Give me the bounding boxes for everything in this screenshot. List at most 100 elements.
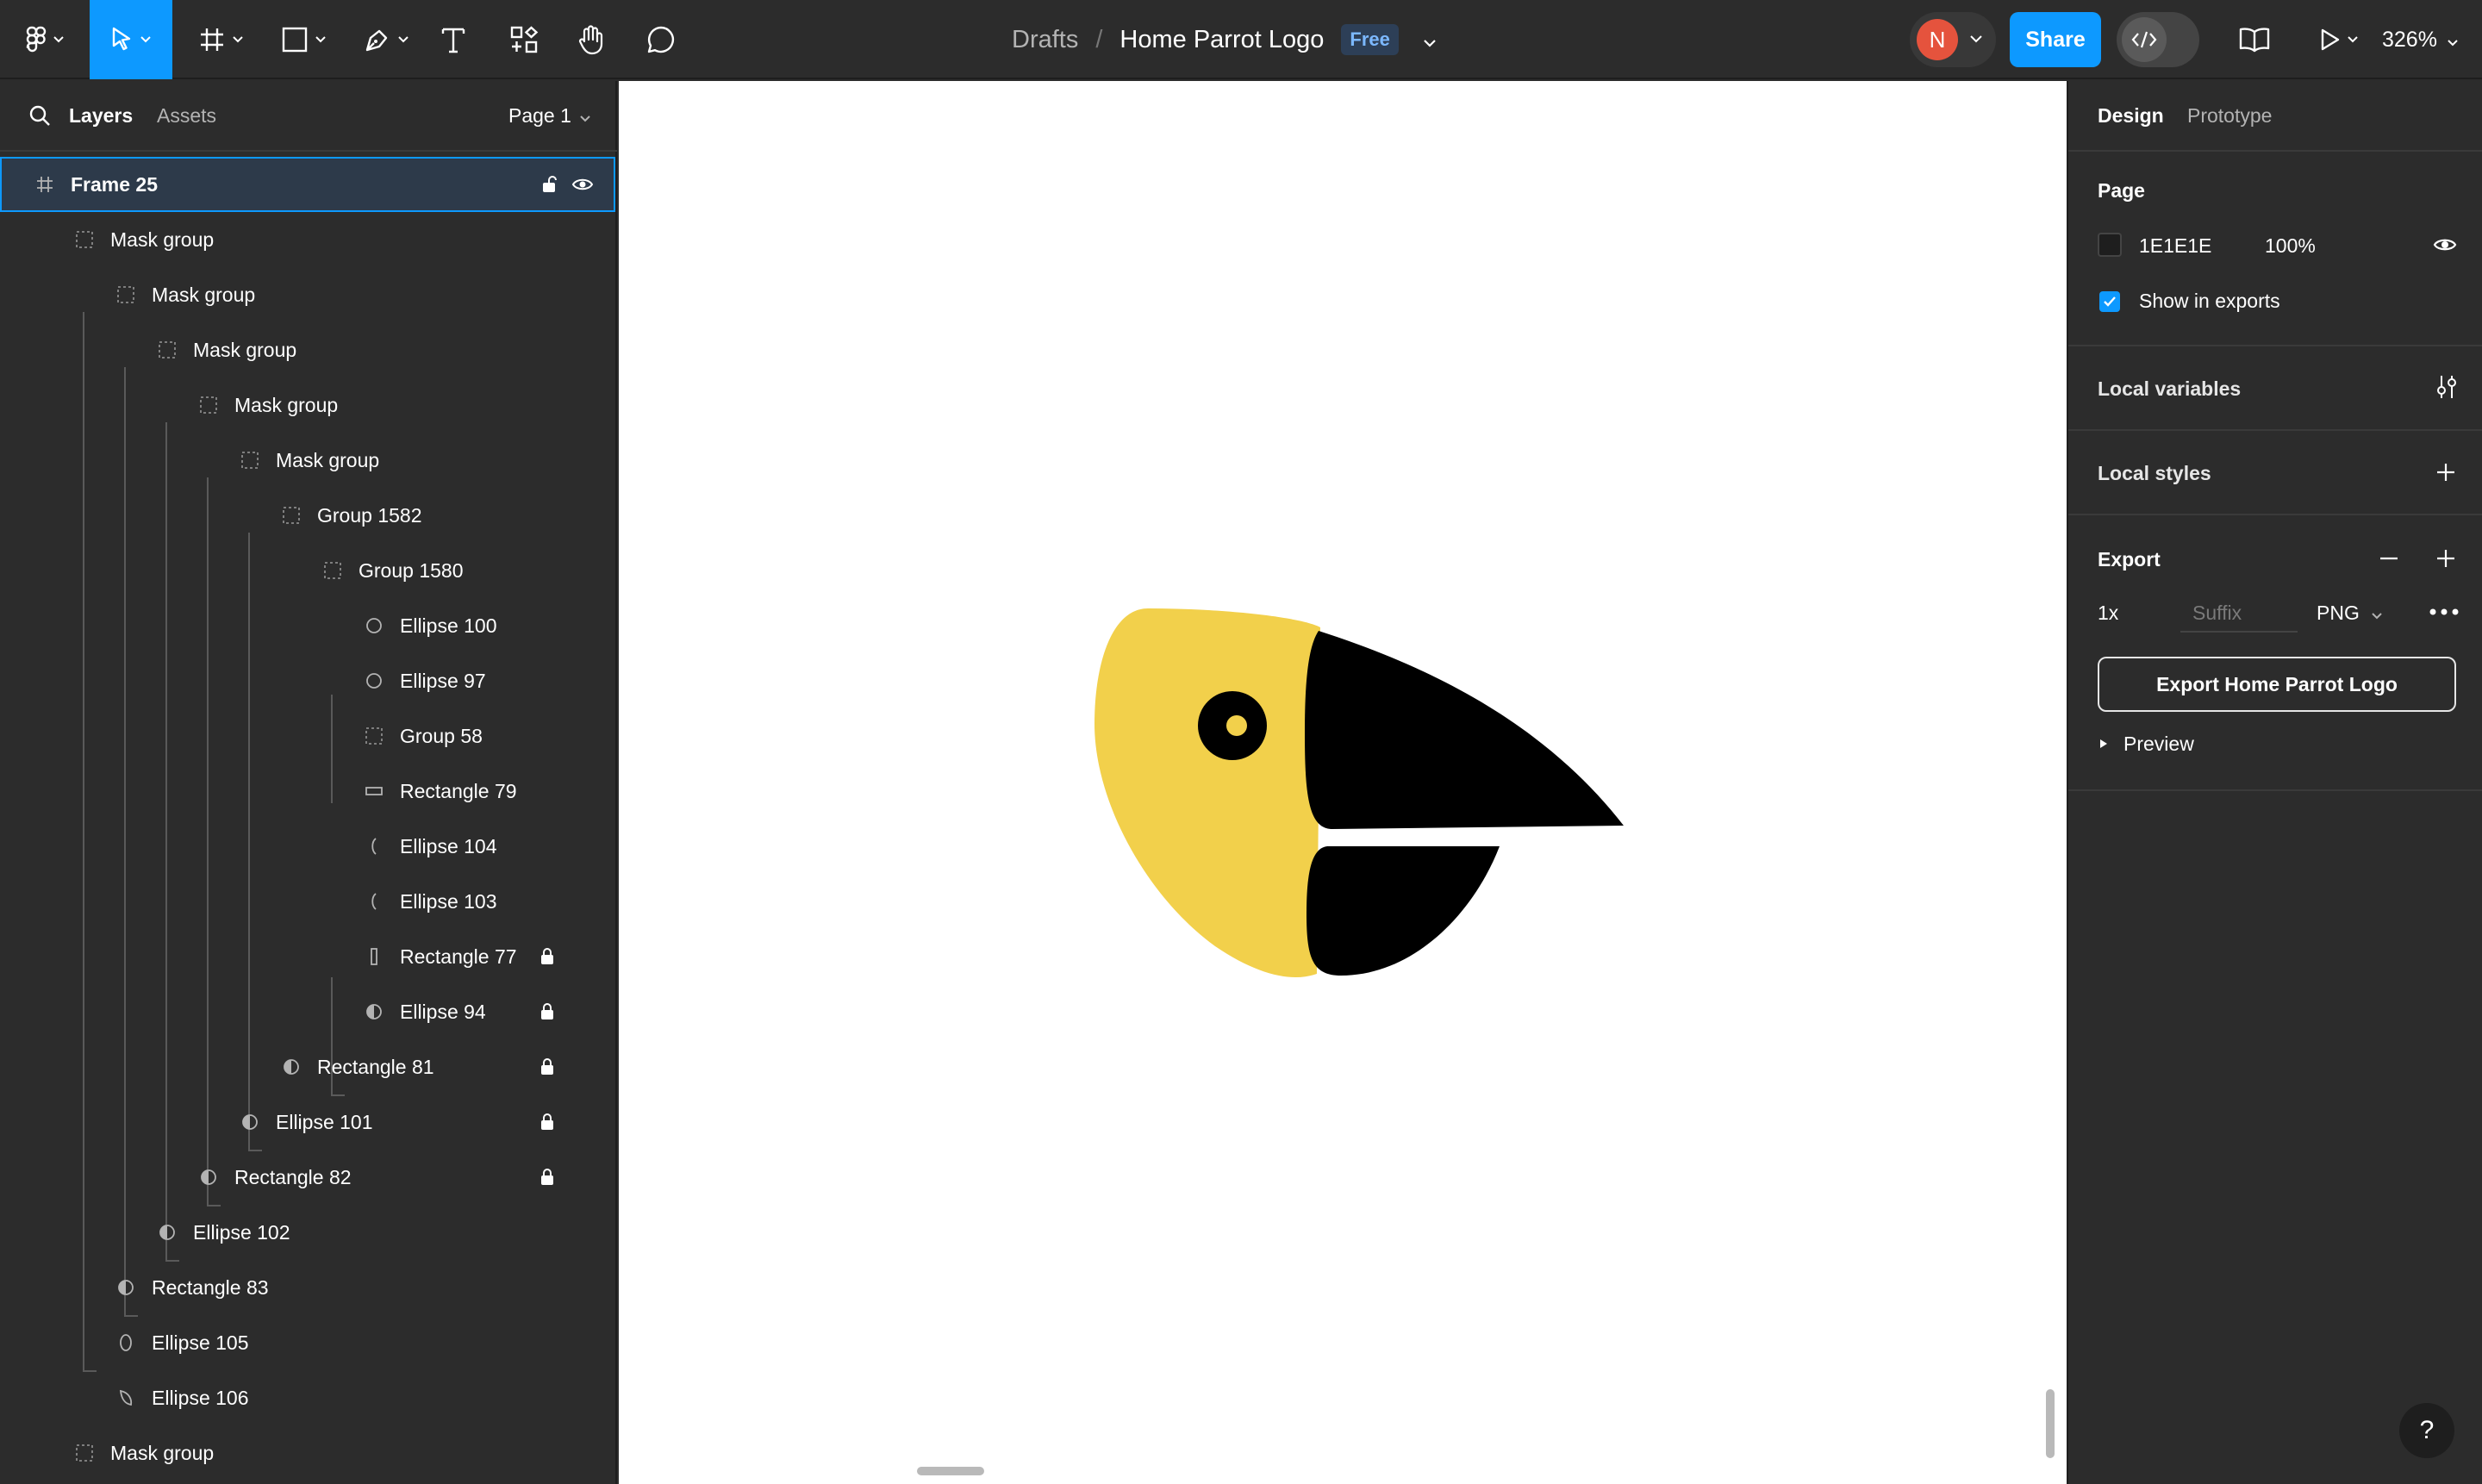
add-style-plus-icon[interactable] <box>2434 460 2458 484</box>
text-tool-button[interactable] <box>436 0 471 79</box>
layer-row[interactable]: Frame 25 <box>0 157 615 212</box>
frame-tool-button[interactable] <box>191 0 250 79</box>
page-select[interactable]: Page 1 <box>508 81 590 150</box>
page-color-swatch[interactable] <box>2098 233 2122 257</box>
caret-right-icon[interactable] <box>2098 738 2110 750</box>
more-options-icon[interactable] <box>2429 602 2460 622</box>
move-tool-button[interactable] <box>90 0 172 79</box>
horizontal-scrollbar[interactable] <box>917 1467 984 1475</box>
comment-tool-button[interactable] <box>643 0 679 79</box>
unlock-icon[interactable] <box>539 174 558 195</box>
breadcrumb-drafts[interactable]: Drafts <box>1012 26 1078 54</box>
tab-assets[interactable]: Assets <box>157 81 216 150</box>
mask-icon <box>157 1222 178 1243</box>
file-menu-chevron-icon[interactable] <box>1423 26 1437 54</box>
page-color-hex[interactable]: 1E1E1E <box>2139 234 2211 258</box>
layer-label: Ellipse 102 <box>193 1220 290 1244</box>
play-icon <box>2320 28 2341 52</box>
shape-tool-button[interactable] <box>274 0 333 79</box>
pen-tool-button[interactable] <box>357 0 415 79</box>
layer-label: Rectangle 79 <box>400 779 517 802</box>
tab-design[interactable]: Design <box>2098 81 2164 150</box>
frame-hash-icon <box>198 26 226 53</box>
layer-label: Mask group <box>276 448 380 471</box>
layer-label: Mask group <box>110 228 215 251</box>
layer-label: Mask group <box>110 1441 215 1464</box>
layer-row[interactable]: Group 1582 <box>0 488 615 543</box>
layer-row[interactable]: Mask group <box>0 377 615 433</box>
page-select-label: Page 1 <box>508 103 571 127</box>
lock-icon[interactable] <box>538 1112 557 1132</box>
export-scale[interactable]: 1x <box>2098 602 2118 625</box>
export-suffix-placeholder: Suffix <box>2192 602 2242 624</box>
export-format-select[interactable]: PNG <box>2317 602 2382 625</box>
lock-icon[interactable] <box>538 1001 557 1022</box>
layer-row[interactable]: Rectangle 83 <box>0 1260 615 1315</box>
share-button[interactable]: Share <box>2010 12 2101 67</box>
layer-row[interactable]: Mask group <box>0 1425 615 1481</box>
mask-icon <box>115 1277 136 1298</box>
layer-row[interactable]: Group 1580 <box>0 543 615 598</box>
page-color-opacity[interactable]: 100% <box>2265 234 2316 258</box>
layer-row[interactable]: Ellipse 100 <box>0 598 615 653</box>
layer-label: Mask group <box>234 393 339 416</box>
layer-row[interactable]: Ellipse 101 <box>0 1094 615 1150</box>
chevron-down-icon <box>53 36 64 43</box>
code-icon <box>2122 17 2167 62</box>
layer-row[interactable]: Ellipse 105 <box>0 1315 615 1370</box>
vertical-scrollbar[interactable] <box>2046 1389 2055 1458</box>
export-button[interactable]: Export Home Parrot Logo <box>2098 657 2456 712</box>
preview-toggle[interactable]: Preview <box>2123 733 2194 756</box>
lock-icon[interactable] <box>538 1167 557 1188</box>
export-suffix-input[interactable]: Suffix <box>2180 593 2298 633</box>
layers-panel: Layers Assets Page 1 Frame 25 Mask group M… <box>0 81 617 1484</box>
hand-tool-button[interactable] <box>574 0 608 79</box>
layer-label: Ellipse 104 <box>400 834 497 857</box>
layer-row[interactable]: Ellipse 103 <box>0 874 615 929</box>
layer-row[interactable]: Ellipse 97 <box>0 653 615 708</box>
layer-row[interactable]: Ellipse 104 <box>0 819 615 874</box>
lock-icon[interactable] <box>538 1057 557 1077</box>
arc-icon <box>364 836 384 857</box>
variables-settings-icon[interactable] <box>2434 374 2460 400</box>
layer-row[interactable]: Ellipse 102 <box>0 1205 615 1260</box>
tab-layers[interactable]: Layers <box>69 81 133 150</box>
layer-row[interactable]: Mask group <box>0 433 615 488</box>
layer-row[interactable]: Rectangle 79 <box>0 764 615 819</box>
multiplayer-avatar-button[interactable]: N <box>1910 12 1996 67</box>
layer-label: Frame 25 <box>71 172 159 196</box>
eye-icon[interactable] <box>2432 234 2458 255</box>
zoom-dropdown[interactable]: 326% <box>2382 0 2458 79</box>
main-menu-button[interactable] <box>17 0 72 79</box>
layer-row[interactable]: Rectangle 77 <box>0 929 615 984</box>
parrot-logo[interactable] <box>1086 603 1629 987</box>
library-button[interactable] <box>2236 0 2273 79</box>
layer-row[interactable]: Ellipse 94 <box>0 984 615 1039</box>
eye-icon[interactable] <box>571 174 595 195</box>
add-export-plus-icon[interactable] <box>2434 546 2458 571</box>
layer-row[interactable]: Mask group <box>0 212 615 267</box>
layer-row[interactable]: Ellipse 106 <box>0 1370 615 1425</box>
show-in-exports-checkbox[interactable] <box>2099 291 2120 312</box>
help-button[interactable]: ? <box>2399 1403 2454 1458</box>
lock-icon[interactable] <box>538 946 557 967</box>
layer-row[interactable]: Group 58 <box>0 708 615 764</box>
layer-row[interactable]: Mask group <box>0 322 615 377</box>
layer-row[interactable]: Mask group <box>0 267 615 322</box>
left-panel-tabs: Layers Assets Page 1 <box>0 81 617 152</box>
figma-logo-icon <box>26 26 47 53</box>
file-title[interactable]: Home Parrot Logo <box>1119 26 1324 54</box>
dev-mode-toggle[interactable] <box>2117 12 2199 67</box>
move-cursor-icon <box>111 27 134 53</box>
layer-label: Rectangle 81 <box>317 1055 434 1078</box>
remove-export-minus-icon[interactable] <box>2377 546 2401 571</box>
layer-row[interactable]: Rectangle 82 <box>0 1150 615 1205</box>
tab-prototype[interactable]: Prototype <box>2187 81 2272 150</box>
search-icon[interactable] <box>28 103 52 128</box>
layer-label: Group 1582 <box>317 503 422 527</box>
present-button[interactable] <box>2313 0 2365 79</box>
layer-row[interactable]: Rectangle 81 <box>0 1039 615 1094</box>
chevron-down-icon <box>2448 28 2458 53</box>
resources-tool-button[interactable] <box>505 0 543 79</box>
layer-label: Ellipse 105 <box>152 1331 249 1354</box>
